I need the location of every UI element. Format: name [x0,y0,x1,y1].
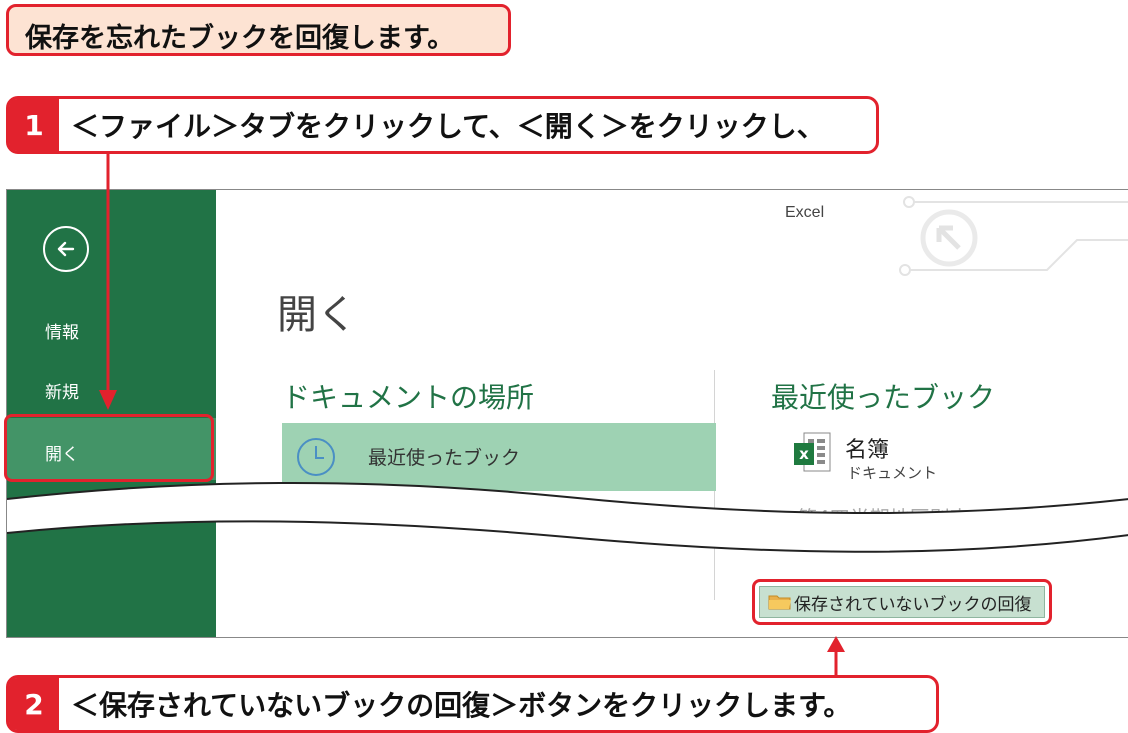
step-1-number: 1 [9,99,59,151]
svg-text:x: x [799,445,809,463]
step-1-text: ＜ファイル＞タブをクリックして、＜開く＞をクリックし、 [71,110,825,143]
recent-workbooks-label: 最近使ったブック [368,447,521,469]
recent-heading: 最近使ったブック [771,381,996,414]
excel-file-icon: x [794,432,831,472]
recover-button-label: 保存されていないブックの回復 [794,594,1032,615]
omission-break [7,481,1128,553]
open-item-highlight [4,414,214,482]
sidebar-item-new[interactable]: 新規 [45,378,79,403]
folder-icon [768,595,791,610]
locations-heading: ドキュメントの場所 [282,381,535,414]
app-name: Excel [785,204,825,221]
back-button[interactable] [43,226,89,272]
recover-unsaved-workbooks-button[interactable]: 保存されていないブックの回復 [759,586,1045,618]
circuit-decoration-icon [899,196,1128,276]
step-2-callout: 2 ＜保存されていないブックの回復＞ボタンをクリックします。 [6,675,939,733]
page-title: 開く [277,292,357,338]
title-callout: 保存を忘れたブックを回復します。 [6,4,511,56]
back-arrow-icon [57,241,75,257]
clock-icon [297,438,335,476]
step-2-text: ＜保存されていないブックの回復＞ボタンをクリックします。 [71,689,852,722]
instruction-title: 保存を忘れたブックを回復します。 [25,23,455,54]
sidebar-item-info[interactable]: 情報 [45,318,79,343]
step-1-callout: 1 ＜ファイル＞タブをクリックして、＜開く＞をクリックし、 [6,96,879,154]
step-2-number: 2 [9,678,59,730]
recover-button-highlight: 保存されていないブックの回復 [752,579,1052,625]
recent-file-name[interactable]: 名簿 [845,432,889,464]
